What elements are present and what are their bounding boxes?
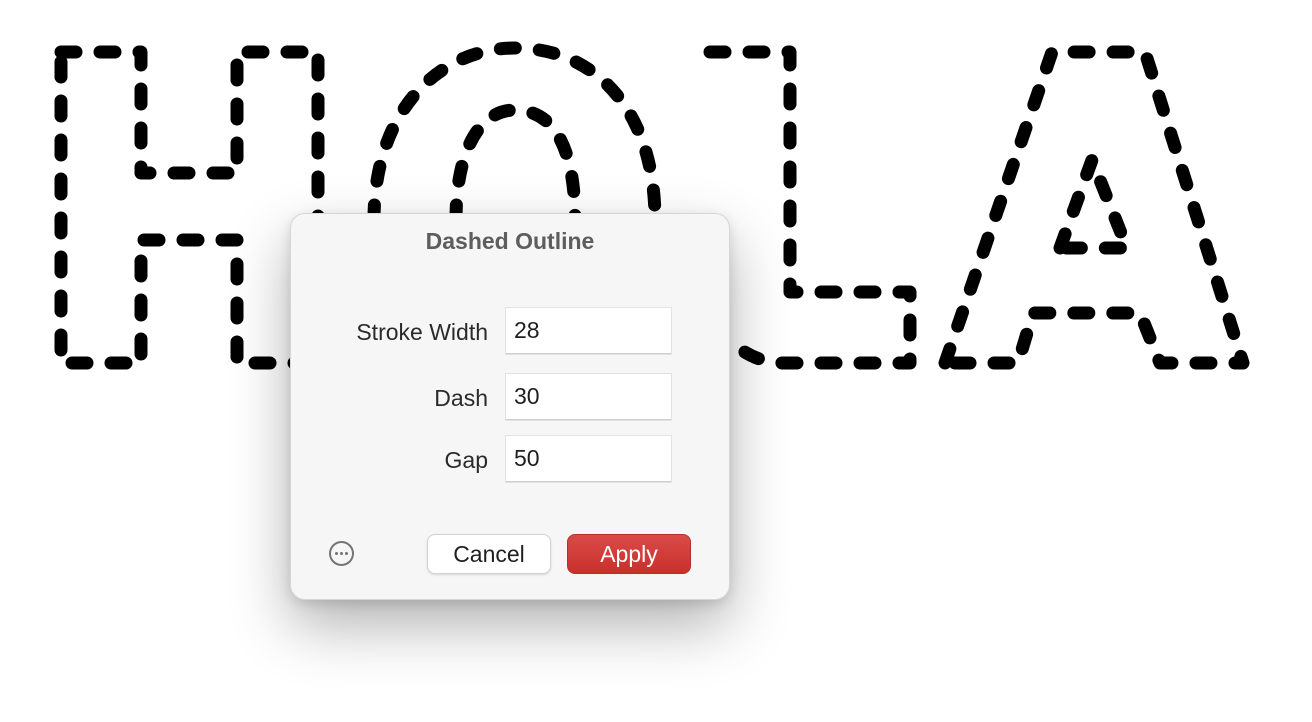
dash-label: Dash — [434, 385, 488, 411]
ellipsis-circle-icon[interactable] — [329, 541, 354, 566]
dialog-title: Dashed Outline — [425, 228, 595, 254]
dash-row: Dash — [291, 374, 731, 420]
stroke-width-row: Stroke Width — [291, 308, 731, 354]
letter-a-inner-outline — [1053, 153, 1134, 255]
dot-icon — [340, 552, 343, 555]
letter-o-outer-outline — [367, 41, 662, 227]
cancel-button[interactable]: Cancel — [427, 534, 551, 574]
stroke-width-input[interactable] — [506, 308, 671, 354]
dot-icon — [335, 552, 338, 555]
stroke-width-label: Stroke Width — [356, 319, 488, 345]
gap-row: Gap — [291, 436, 731, 482]
letter-h-outline — [54, 45, 325, 370]
gap-label: Gap — [444, 447, 488, 473]
gap-input[interactable] — [506, 436, 671, 482]
letter-l-outline — [703, 45, 917, 370]
dash-input[interactable] — [506, 374, 671, 420]
letter-a-outer-outline — [938, 45, 1250, 370]
dashed-outline-dialog: Dashed Outline Stroke Width Dash Gap Can… — [290, 213, 730, 600]
letter-o-inner-outline — [449, 103, 582, 227]
apply-button[interactable]: Apply — [567, 534, 691, 574]
dot-icon — [345, 552, 348, 555]
